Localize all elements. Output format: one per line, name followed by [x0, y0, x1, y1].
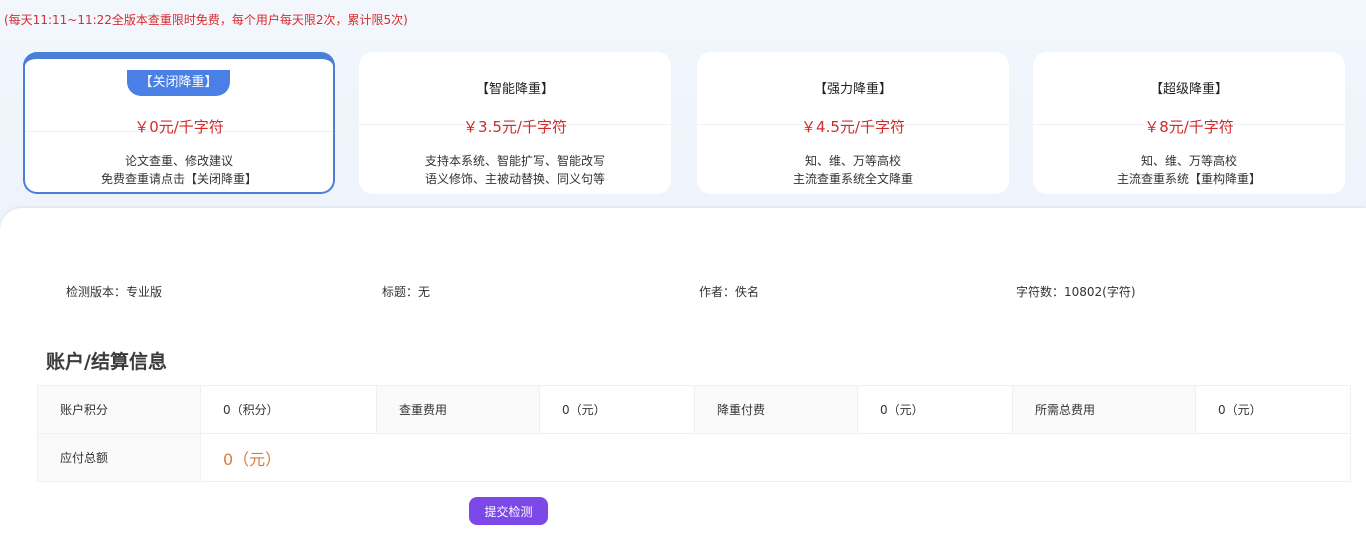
- plan-description: 支持本系统、智能扩写、智能改写 语义修饰、主被动替换、同义句等: [359, 152, 671, 188]
- plan-description-line: 免费查重请点击【关闭降重】: [100, 172, 257, 186]
- section-title: 账户/结算信息: [46, 351, 167, 373]
- table-row: 账户积分 0（积分） 查重费用 0（元） 降重付费 0（元） 所需总费用 0（元…: [37, 385, 1351, 434]
- plan-price: ￥3.5元/千字符: [463, 118, 567, 136]
- reduce-fee-value: 0（元）: [857, 385, 1013, 434]
- points-label: 账户积分: [37, 385, 201, 434]
- plan-name: 【智能降重】: [475, 82, 554, 97]
- payable-label: 应付总额: [37, 433, 201, 482]
- plan-description-line: 知、维、万等高校: [1140, 154, 1237, 168]
- account-table: 账户积分 0（积分） 查重费用 0（元） 降重付费 0（元） 所需总费用 0（元…: [37, 385, 1351, 482]
- meta-version: 检测版本：专业版: [66, 285, 163, 299]
- plan-name: 【超级降重】: [1149, 82, 1228, 97]
- plan-description-line: 知、维、万等高校: [804, 154, 901, 168]
- plan-price: ￥8元/千字符: [1144, 118, 1234, 136]
- order-panel: 检测版本：专业版 标题：无 作者：佚名 字符数：10802(字符) 账户/结算信…: [0, 208, 1366, 537]
- plan-card-no-reduction[interactable]: 【关闭降重】 ￥0元/千字符 论文查重、修改建议 免费查重请点击【关闭降重】: [23, 52, 335, 194]
- plan-selector: 【关闭降重】 ￥0元/千字符 论文查重、修改建议 免费查重请点击【关闭降重】 【…: [23, 52, 1345, 194]
- table-row: 应付总额 0（元）: [37, 433, 1351, 482]
- meta-title: 标题：无: [382, 285, 431, 299]
- submit-check-button[interactable]: 提交检测: [469, 497, 548, 525]
- plan-description-line: 支持本系统、智能扩写、智能改写: [424, 154, 605, 168]
- total-fee-label: 所需总费用: [1012, 385, 1196, 434]
- plan-price: ￥0元/千字符: [134, 118, 224, 136]
- plan-description: 知、维、万等高校 主流查重系统全文降重: [697, 152, 1009, 188]
- meta-char-count: 字符数：10802(字符): [1016, 285, 1136, 299]
- reduce-fee-label: 降重付费: [694, 385, 858, 434]
- plan-name: 【强力降重】: [813, 82, 892, 97]
- meta-author: 作者：佚名: [699, 285, 760, 299]
- plan-description-line: 论文查重、修改建议: [124, 154, 233, 168]
- plan-card-smart-reduction[interactable]: 【智能降重】 ￥3.5元/千字符 支持本系统、智能扩写、智能改写 语义修饰、主被…: [359, 52, 671, 194]
- plan-description: 论文查重、修改建议 免费查重请点击【关闭降重】: [25, 152, 333, 188]
- plan-description-line: 语义修饰、主被动替换、同义句等: [424, 172, 605, 186]
- free-check-notice: (每天11:11~11:22全版本查重限时免费，每个用户每天限2次，累计限5次): [4, 13, 408, 27]
- plan-description-line: 主流查重系统【重构降重】: [1116, 172, 1261, 186]
- payable-value: 0（元）: [200, 433, 1351, 482]
- plan-card-super-reduction[interactable]: 【超级降重】 ￥8元/千字符 知、维、万等高校 主流查重系统【重构降重】: [1033, 52, 1345, 194]
- plan-price: ￥4.5元/千字符: [801, 118, 905, 136]
- check-fee-value: 0（元）: [539, 385, 695, 434]
- plan-name: 【关闭降重】: [127, 70, 230, 96]
- points-value: 0（积分）: [200, 385, 377, 434]
- plan-description: 知、维、万等高校 主流查重系统【重构降重】: [1033, 152, 1345, 188]
- total-fee-value: 0（元）: [1195, 385, 1351, 434]
- plan-card-strong-reduction[interactable]: 【强力降重】 ￥4.5元/千字符 知、维、万等高校 主流查重系统全文降重: [697, 52, 1009, 194]
- plan-description-line: 主流查重系统全文降重: [792, 172, 913, 186]
- check-fee-label: 查重费用: [376, 385, 540, 434]
